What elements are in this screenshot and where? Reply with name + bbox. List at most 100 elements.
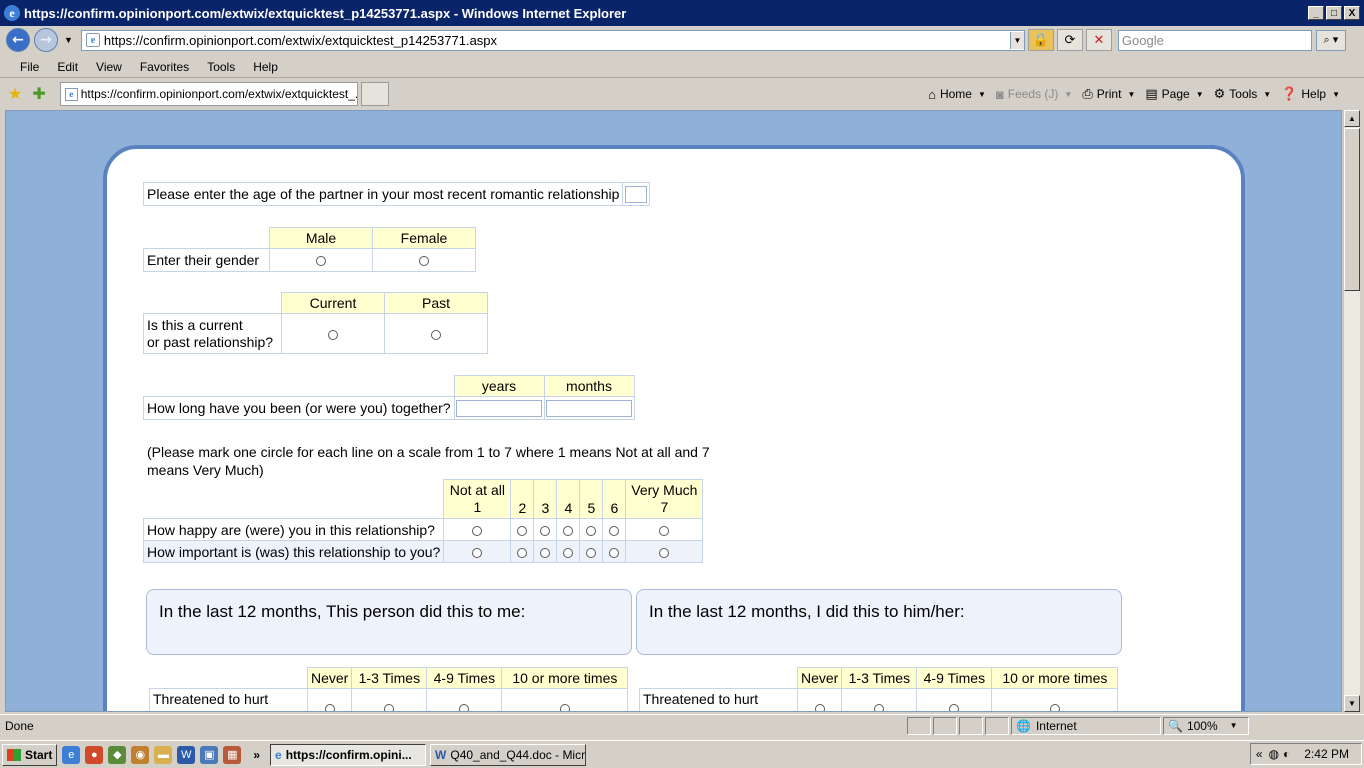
network-quicklaunch-icon[interactable]: ◆ [108,745,127,764]
relationship-label-line2: or past relationship? [147,333,274,350]
minimize-button[interactable]: _ [1308,6,1324,20]
vertical-scrollbar[interactable]: ▲ ▼ [1343,110,1360,712]
gender-male-radio[interactable] [316,256,326,267]
gender-female-radio[interactable] [419,256,429,267]
chrome-quicklaunch-icon[interactable]: ● [85,745,104,764]
years-input[interactable] [455,399,542,417]
menu-tools[interactable]: Tools [207,60,235,74]
current-radio[interactable] [328,329,338,340]
browser-tab[interactable]: e https://confirm.opinionport.com/extwix… [59,82,358,106]
quicklaunch-more-icon[interactable]: » [253,748,260,762]
happy-radio-3[interactable] [540,525,551,536]
relationship-status-question: Current Past Is this a current or past r… [143,292,488,354]
gender-label: Enter their gender [143,248,270,272]
menu-help[interactable]: Help [253,60,278,74]
feeds-button[interactable]: ◙ Feeds (J) ▼ [996,87,1072,102]
close-button[interactable]: X [1344,6,1360,20]
address-toolbar: ← → ▼ e https://confirm.opinionport.com/… [0,26,1364,54]
happy-radio-6[interactable] [609,525,620,536]
happy-radio-7[interactable] [659,525,670,536]
address-dropdown-icon[interactable]: ▼ [1009,31,1024,49]
important-radio-3[interactable] [540,547,551,558]
address-bar[interactable]: e https://confirm.opinionport.com/extwix… [80,29,1025,51]
important-radio-4[interactable] [563,547,574,558]
right-1-3-header: 1-3 Times [841,667,918,689]
age-input[interactable] [625,185,648,203]
scale-point-3: 3 [533,479,558,519]
word-task-icon: W [435,747,447,762]
word-quicklaunch-icon[interactable]: W [177,745,196,764]
important-radio-7[interactable] [659,547,670,558]
past-radio[interactable] [431,329,441,340]
taskbar-task-ie[interactable]: e https://confirm.opini... [270,743,427,766]
history-dropdown-icon[interactable]: ▼ [64,35,73,45]
panel-i-did-to-them: In the last 12 months, I did this to him… [636,589,1122,655]
globe-icon: 🌐 [1016,718,1031,733]
ie-quicklaunch-icon[interactable]: e [62,745,81,764]
media-quicklaunch-icon[interactable]: ◉ [131,745,150,764]
tray-expand-icon[interactable]: « [1256,747,1263,761]
right-1-3-radio[interactable] [874,703,885,711]
months-input[interactable] [545,399,632,417]
forward-button[interactable]: → [34,28,58,52]
ie-task-icon: e [275,747,282,762]
zoom-control[interactable]: 🔍 100% ▼ [1163,716,1249,735]
search-icon[interactable]: ⌕ ▾ [1315,29,1346,51]
menu-file[interactable]: File [20,60,39,74]
start-button[interactable]: Start [2,743,58,766]
important-radio-6[interactable] [609,547,620,558]
left-never-header: Never [306,667,353,689]
search-input[interactable]: Google [1117,29,1312,51]
right-item-threatened: Threatened to hurt [639,688,798,711]
left-1-3-radio[interactable] [384,703,395,711]
scroll-down-icon[interactable]: ▼ [1344,695,1360,712]
picture-quicklaunch-icon[interactable]: ▦ [223,745,242,764]
favorites-star-icon[interactable]: ★ [8,84,22,104]
tray-volume-icon[interactable]: ◐ [1283,747,1290,761]
menu-favorites[interactable]: Favorites [140,60,189,74]
right-never-radio[interactable] [814,703,825,711]
important-radio-5[interactable] [586,547,597,558]
address-input[interactable]: https://confirm.opinionport.com/extwix/e… [104,33,1010,48]
new-tab-button[interactable] [360,82,389,106]
right-4-9-radio[interactable] [949,703,960,711]
happy-radio-2[interactable] [517,525,528,536]
refresh-icon[interactable]: ⟳ [1056,29,1083,51]
important-radio-1[interactable] [472,547,483,558]
back-button[interactable]: ← [6,28,30,52]
panel-right-heading: In the last 12 months, I did this to him… [649,602,965,621]
lock-icon[interactable]: 🔒 [1027,29,1054,51]
menu-edit[interactable]: Edit [57,60,78,74]
tools-button[interactable]: ⚙ Tools ▼ [1214,86,1272,102]
scale-point-2: 2 [510,479,535,519]
help-button[interactable]: ❓ Help ▼ [1281,86,1340,102]
duration-label: How long have you been (or were you) tog… [143,396,455,420]
happy-radio-1[interactable] [472,525,483,536]
happy-radio-4[interactable] [563,525,574,536]
folder-quicklaunch-icon[interactable]: ▬ [154,745,173,764]
important-radio-2[interactable] [517,547,528,558]
panel-left-heading: In the last 12 months, This person did t… [159,602,526,621]
taskbar: Start e ● ◆ ◉ ▬ W ▣ ▦ » e https://confir… [0,740,1364,768]
menu-view[interactable]: View [96,60,122,74]
right-10plus-radio[interactable] [1049,703,1060,711]
print-button[interactable]: ⎙ Print ▼ [1082,86,1135,102]
left-10plus-radio[interactable] [559,703,570,711]
tray-network-icon[interactable]: ◍ [1269,747,1279,761]
maximize-button[interactable]: □ [1326,6,1342,20]
age-question-label: Please enter the age of the partner in y… [142,182,624,206]
page-button[interactable]: ▤ Page ▼ [1145,86,1203,102]
app-quicklaunch-icon[interactable]: ▣ [200,745,219,764]
scrollbar-thumb[interactable] [1344,128,1360,291]
home-button[interactable]: ⌂ Home ▼ [928,87,986,102]
scale-point-6: 6 [602,479,627,519]
taskbar-task-word[interactable]: W Q40_and_Q44.doc - Micr... [430,743,587,766]
tab-page-icon: e [64,87,78,101]
scroll-up-icon[interactable]: ▲ [1344,110,1360,127]
add-favorite-icon[interactable]: ✚ [32,84,45,104]
left-never-radio[interactable] [324,703,335,711]
survey-card: Please enter the age of the partner in y… [103,145,1245,711]
stop-icon[interactable]: ✕ [1085,29,1112,51]
happy-radio-5[interactable] [586,525,597,536]
left-4-9-radio[interactable] [459,703,470,711]
